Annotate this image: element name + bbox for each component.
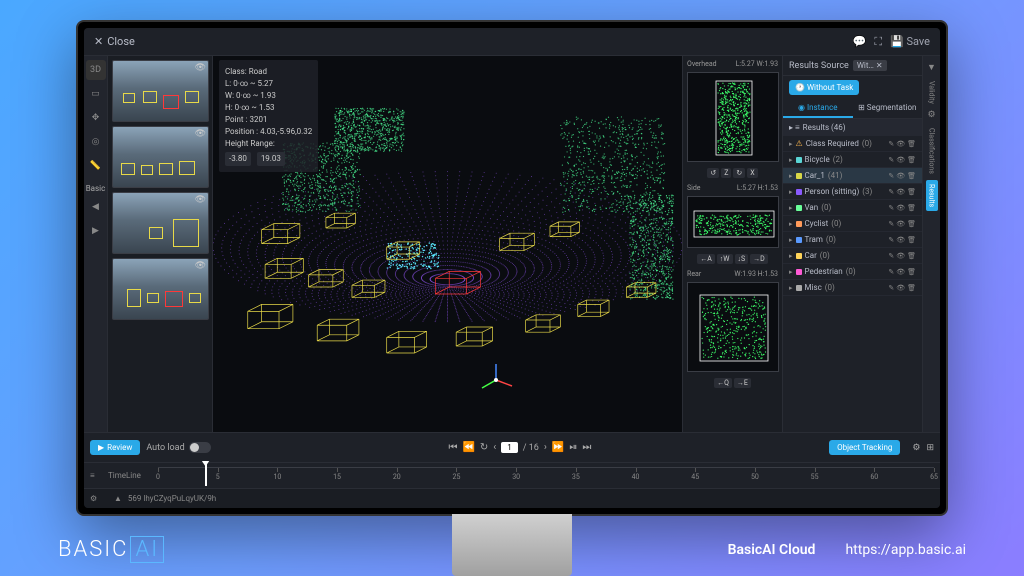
result-item[interactable]: ▸Tram(0)✎👁🗑 [783,232,922,248]
side-view[interactable] [687,196,779,248]
result-item[interactable]: ▸Car_1(41)✎👁🗑 [783,168,922,184]
nav-d[interactable]: →D [750,254,768,264]
nav-s[interactable]: ↓S [735,254,749,264]
without-task-button[interactable]: 🕐 Without Task [789,80,859,95]
basic-label: Basic [86,184,106,193]
result-item[interactable]: ▸Car(0)✎👁🗑 [783,248,922,264]
rot-arrow[interactable]: ↺ [707,168,719,178]
result-item[interactable]: ▸Person (sitting)(3)✎👁🗑 [783,184,922,200]
tab-validity[interactable]: Validity [926,77,938,108]
overhead-view[interactable] [687,72,779,162]
skip-back-icon[interactable]: ⏮ [448,442,457,453]
axis-gizmo[interactable] [476,360,516,404]
visibility-icon[interactable]: 👁 [195,63,206,73]
settings-icon[interactable]: ⚙ [912,443,920,453]
tool-target[interactable]: ◎ [86,132,106,152]
result-item[interactable]: ▸Misc(0)✎👁🗑 [783,280,922,296]
result-item[interactable]: ▸Van(0)✎👁🗑 [783,200,922,216]
fullscreen-icon[interactable]: ⛶ [874,35,882,49]
refresh-icon[interactable]: ↻ [480,442,488,453]
result-item[interactable]: ▸Cyclist(0)✎👁🗑 [783,216,922,232]
tool-next[interactable]: ▶ [86,221,106,241]
camera-thumbnails: 👁 👁 👁 👁 [108,56,213,432]
result-item[interactable]: ▸Bicycle(2)✎👁🗑 [783,152,922,168]
play-icon: ▲ [114,494,122,503]
nav-a[interactable]: ←A [697,254,715,264]
object-tracking-button[interactable]: Object Tracking [829,440,900,455]
topbar: ✕Close 💬 ⛶ 💾 Save [84,28,940,56]
file-bar: ⚙ ▲ 569 lhyCZyqPuLqyUK/9h [84,488,940,508]
tab-classifications[interactable]: Classifications [926,124,938,178]
nav-w[interactable]: ↑W [717,254,733,264]
camera-view-3[interactable]: 👁 [112,192,209,254]
logo: BASICAI [58,537,164,562]
timeline-menu-icon[interactable]: ≡ [90,471,108,480]
projection-views: OverheadL:5.27 W:1.93 ↺ Z ↻ X SideL:5.27… [682,56,782,432]
gear-icon[interactable]: ⚙ [927,110,935,120]
ff-icon[interactable]: ⏩ [552,442,564,453]
rot-arrow[interactable]: ↻ [733,168,745,178]
layers-icon[interactable]: ⊞ [926,443,934,453]
results-list: ▸⚠Class Required(0)✎👁🗑▸Bicycle(2)✎👁🗑▸Car… [783,136,922,432]
result-item[interactable]: ▸Pedestrian(0)✎👁🗑 [783,264,922,280]
nav-z[interactable]: Z [721,168,731,178]
tab-instance[interactable]: ◉ Instance [783,99,853,118]
page-input[interactable]: 1 [501,442,518,453]
tab-segmentation[interactable]: ⊞ Segmentation [853,99,923,118]
product-url: https://app.basic.ai [845,542,966,558]
save-button[interactable]: 💾 Save [890,35,930,48]
tool-move[interactable]: ✥ [86,108,106,128]
tool-ruler[interactable]: 📏 [86,156,106,176]
visibility-icon[interactable]: 👁 [195,129,206,139]
camera-view-2[interactable]: 👁 [112,126,209,188]
autoload-toggle[interactable]: Auto load [146,442,210,453]
product-name: BasicAI Cloud [728,542,816,558]
camera-view-4[interactable]: 👁 [112,258,209,320]
file-name: 569 lhyCZyqPuLqyUK/9h [128,494,216,503]
nav-e[interactable]: →E [734,378,751,388]
timeline-track[interactable]: 05101520253035404550556065 [158,467,934,485]
info-panel: Class: Road L: 0·∞ ~ 5.27 W: 0·∞ ~ 1.93 … [219,60,318,172]
tab-results[interactable]: Results [926,180,938,211]
nav-q[interactable]: ←Q [714,378,732,388]
camera-view-1[interactable]: 👁 [112,60,209,122]
right-tabs: ▼ Validity ⚙ Classifications Results [922,56,940,432]
rewind-icon[interactable]: ⏪ [462,442,474,453]
skip-fwd-icon[interactable]: ⏭ [582,442,591,453]
timeline-label: TimeLine [108,471,158,480]
results-panel: Results Source Wit… ✕ 🕐 Without Task ◉ I… [782,56,922,432]
visibility-icon[interactable]: 👁 [195,261,206,271]
bottom-bar: ▶ Review Auto load ⏮ ⏪ ↻ ‹ 1 / 16 › ⏩ ⏯ … [84,432,940,462]
visibility-icon[interactable]: 👁 [195,195,206,205]
page-total: / 16 [523,443,539,453]
rear-view[interactable] [687,282,779,372]
tool-select[interactable]: ▭ [86,84,106,104]
play-icon[interactable]: ⏯ [569,442,577,453]
source-tag[interactable]: Wit… ✕ [853,60,887,71]
results-header[interactable]: ▸ ≡ Results (46) [783,119,922,136]
nav-x[interactable]: X [747,168,757,178]
3d-mode-button[interactable]: 3D [86,60,106,80]
close-button[interactable]: ✕Close [94,35,135,48]
prev-icon[interactable]: ‹ [493,442,496,453]
footer: BASICAI BasicAI Cloud https://app.basic.… [58,537,966,562]
filter-icon[interactable]: ⚙ [90,494,108,503]
filter-icon[interactable]: ▼ [927,62,936,73]
result-item[interactable]: ▸⚠Class Required(0)✎👁🗑 [783,136,922,152]
left-toolbar: 3D ▭ ✥ ◎ 📏 Basic ◀ ▶ [84,56,108,432]
tool-prev[interactable]: ◀ [86,197,106,217]
results-source: Results Source Wit… ✕ [783,56,922,76]
next-icon[interactable]: › [544,442,547,453]
timeline: ≡ TimeLine 05101520253035404550556065 [84,462,940,488]
review-button[interactable]: ▶ Review [90,440,140,455]
help-icon[interactable]: 💬 [853,35,867,48]
